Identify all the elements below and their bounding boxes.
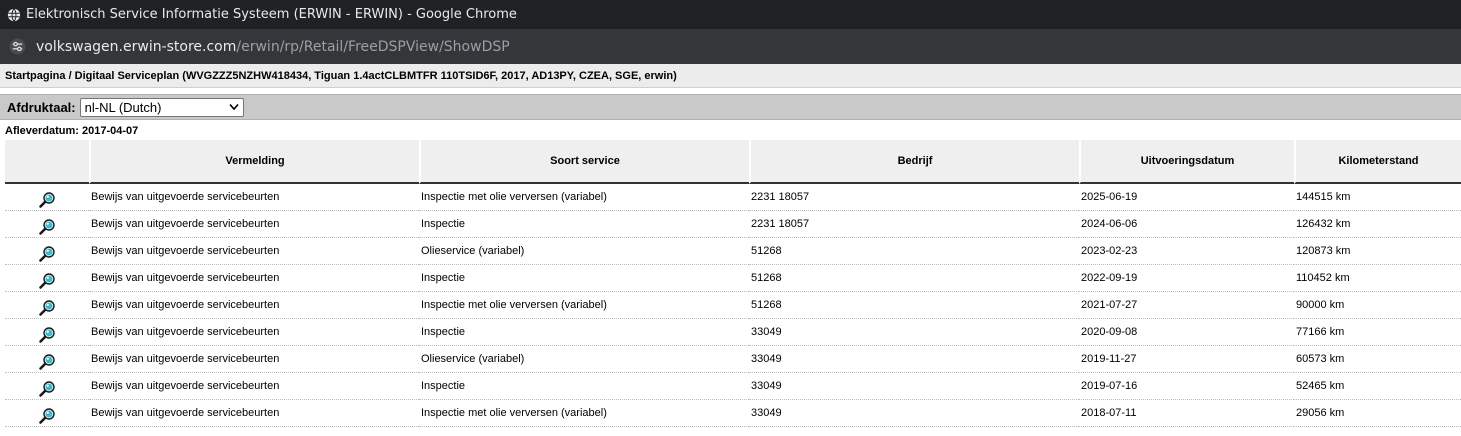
table-row[interactable]: Bewijs van uitgevoerde servicebeurten Ins… (5, 400, 1461, 427)
view-cell[interactable] (5, 400, 89, 427)
cell-vermelding: Bewijs van uitgevoerde servicebeurten (89, 400, 419, 427)
cell-uitvoeringsdatum: 2019-07-16 (1079, 373, 1294, 400)
view-cell[interactable] (5, 211, 89, 238)
magnifier-icon[interactable] (38, 218, 56, 236)
column-header-kilometerstand[interactable]: Kilometerstand (1294, 140, 1461, 184)
column-header-vermelding[interactable]: Vermelding (89, 140, 419, 184)
cell-soort-service: Inspectie (419, 319, 749, 346)
table-row[interactable]: Bewijs van uitgevoerde servicebeurten Ins… (5, 265, 1461, 292)
cell-soort-service: Inspectie met olie verversen (variabel) (419, 400, 749, 427)
cell-bedrijf: 51268 (749, 292, 1079, 319)
cell-bedrijf: 33049 (749, 400, 1079, 427)
magnifier-icon[interactable] (38, 380, 56, 398)
magnifier-icon[interactable] (38, 353, 56, 371)
table-row[interactable]: Bewijs van uitgevoerde servicebeurten Ins… (5, 292, 1461, 319)
cell-vermelding: Bewijs van uitgevoerde servicebeurten (89, 238, 419, 265)
view-cell[interactable] (5, 238, 89, 265)
column-header-view (5, 140, 89, 184)
cell-vermelding: Bewijs van uitgevoerde servicebeurten (89, 265, 419, 292)
cell-soort-service: Inspectie met olie verversen (variabel) (419, 184, 749, 211)
cell-uitvoeringsdatum: 2025-06-19 (1079, 184, 1294, 211)
cell-uitvoeringsdatum: 2024-06-06 (1079, 211, 1294, 238)
cell-kilometerstand: 60573 km (1294, 346, 1461, 373)
table-row[interactable]: Bewijs van uitgevoerde servicebeurten Ins… (5, 373, 1461, 400)
column-header-soort-service[interactable]: Soort service (419, 140, 749, 184)
cell-bedrijf: 33049 (749, 319, 1079, 346)
table-row[interactable]: Bewijs van uitgevoerde servicebeurten Ins… (5, 211, 1461, 238)
print-language-label: Afdruktaal: (7, 99, 76, 115)
cell-uitvoeringsdatum: 2018-07-11 (1079, 400, 1294, 427)
print-language-select[interactable]: nl-NL (Dutch) (79, 97, 244, 117)
magnifier-icon[interactable] (38, 272, 56, 290)
cell-uitvoeringsdatum: 2023-02-23 (1079, 238, 1294, 265)
cell-soort-service: Inspectie (419, 373, 749, 400)
cell-soort-service: Olieservice (variabel) (419, 346, 749, 373)
table-row[interactable]: Bewijs van uitgevoerde servicebeurten Ins… (5, 184, 1461, 211)
cell-bedrijf: 51268 (749, 265, 1079, 292)
magnifier-icon[interactable] (38, 191, 56, 209)
table-header-row: Vermelding Soort service Bedrijf Uitvoer… (5, 140, 1461, 184)
cell-uitvoeringsdatum: 2022-09-19 (1079, 265, 1294, 292)
cell-uitvoeringsdatum: 2019-11-27 (1079, 346, 1294, 373)
window-titlebar: Elektronisch Service Informatie Systeem … (0, 0, 1461, 29)
chevron-down-icon (229, 103, 239, 110)
cell-kilometerstand: 126432 km (1294, 211, 1461, 238)
print-language-value: nl-NL (Dutch) (84, 99, 162, 115)
service-table: Vermelding Soort service Bedrijf Uitvoer… (5, 140, 1461, 427)
magnifier-icon[interactable] (38, 326, 56, 344)
cell-kilometerstand: 29056 km (1294, 400, 1461, 427)
globe-icon (7, 8, 21, 21)
cell-kilometerstand: 90000 km (1294, 292, 1461, 319)
magnifier-icon[interactable] (38, 407, 56, 425)
cell-bedrijf: 2231 18057 (749, 211, 1079, 238)
cell-vermelding: Bewijs van uitgevoerde servicebeurten (89, 319, 419, 346)
table-row[interactable]: Bewijs van uitgevoerde servicebeurten Oli… (5, 346, 1461, 373)
cell-soort-service: Inspectie met olie verversen (variabel) (419, 292, 749, 319)
cell-uitvoeringsdatum: 2021-07-27 (1079, 292, 1294, 319)
view-cell[interactable] (5, 292, 89, 319)
url-text[interactable]: volkswagen.erwin-store.com/erwin/rp/Reta… (36, 39, 510, 55)
cell-vermelding: Bewijs van uitgevoerde servicebeurten (89, 184, 419, 211)
cell-vermelding: Bewijs van uitgevoerde servicebeurten (89, 373, 419, 400)
cell-kilometerstand: 77166 km (1294, 319, 1461, 346)
magnifier-icon[interactable] (38, 299, 56, 317)
column-header-bedrijf[interactable]: Bedrijf (749, 140, 1079, 184)
table-row[interactable]: Bewijs van uitgevoerde servicebeurten Oli… (5, 238, 1461, 265)
cell-soort-service: Olieservice (variabel) (419, 238, 749, 265)
magnifier-icon[interactable] (38, 245, 56, 263)
view-cell[interactable] (5, 265, 89, 292)
cell-kilometerstand: 144515 km (1294, 184, 1461, 211)
cell-bedrijf: 2231 18057 (749, 184, 1079, 211)
tune-icon[interactable] (9, 38, 26, 55)
cell-vermelding: Bewijs van uitgevoerde servicebeurten (89, 292, 419, 319)
cell-bedrijf: 33049 (749, 346, 1079, 373)
cell-bedrijf: 33049 (749, 373, 1079, 400)
view-cell[interactable] (5, 346, 89, 373)
cell-uitvoeringsdatum: 2020-09-08 (1079, 319, 1294, 346)
cell-soort-service: Inspectie (419, 265, 749, 292)
cell-vermelding: Bewijs van uitgevoerde servicebeurten (89, 211, 419, 238)
cell-kilometerstand: 120873 km (1294, 238, 1461, 265)
cell-kilometerstand: 110452 km (1294, 265, 1461, 292)
view-cell[interactable] (5, 373, 89, 400)
column-header-uitvoeringsdatum[interactable]: Uitvoeringsdatum (1079, 140, 1294, 184)
cell-kilometerstand: 52465 km (1294, 373, 1461, 400)
cell-bedrijf: 51268 (749, 238, 1079, 265)
breadcrumb: Startpagina / Digitaal Serviceplan (WVGZ… (0, 64, 1461, 88)
cell-vermelding: Bewijs van uitgevoerde servicebeurten (89, 346, 419, 373)
delivery-date: Afleverdatum: 2017-04-07 (5, 125, 139, 137)
url-host: volkswagen.erwin-store.com (36, 38, 237, 55)
url-path: /erwin/rp/Retail/FreeDSPView/ShowDSP (236, 38, 510, 55)
window-title: Elektronisch Service Informatie Systeem … (26, 7, 517, 22)
print-language-bar: Afdruktaal: nl-NL (Dutch) (0, 94, 1461, 120)
view-cell[interactable] (5, 184, 89, 211)
cell-soort-service: Inspectie (419, 211, 749, 238)
address-bar[interactable]: volkswagen.erwin-store.com/erwin/rp/Reta… (0, 29, 1461, 64)
table-row[interactable]: Bewijs van uitgevoerde servicebeurten Ins… (5, 319, 1461, 346)
view-cell[interactable] (5, 319, 89, 346)
